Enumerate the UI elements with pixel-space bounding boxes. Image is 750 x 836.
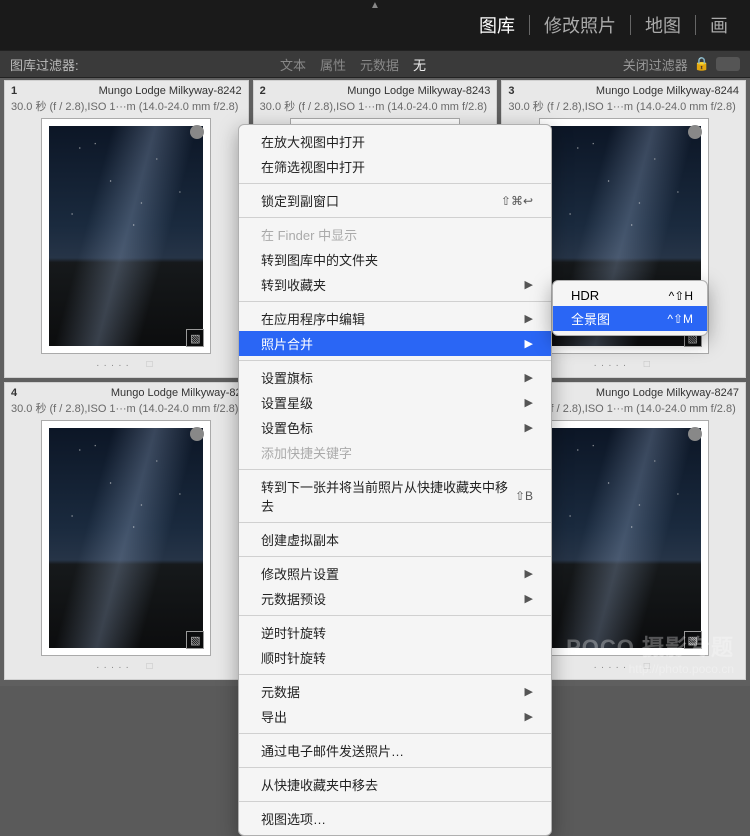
menu-rotate-cw[interactable]: 顺时针旋转 xyxy=(239,645,551,670)
menu-separator xyxy=(239,360,551,361)
tab-library[interactable]: 图库 xyxy=(465,12,529,38)
filter-metadata[interactable]: 元数据 xyxy=(360,55,399,74)
filter-attribute[interactable]: 属性 xyxy=(320,55,346,74)
submenu-arrow-icon: ▶ xyxy=(525,592,533,605)
submenu-arrow-icon: ▶ xyxy=(525,278,533,291)
develop-badge-icon[interactable]: ▧ xyxy=(186,329,204,347)
shortcut-label: ^⇧H xyxy=(669,289,693,303)
thumbnail-image[interactable] xyxy=(547,428,701,648)
submenu-arrow-icon: ▶ xyxy=(525,312,533,325)
cell-rating[interactable]: ····· □ xyxy=(11,360,242,371)
cell-metadata: 30.0 秒 (f / 2.8),ISO 1···m (14.0-24.0 mm… xyxy=(11,400,242,416)
grid-cell[interactable]: 4 Mungo Lodge Milkyway-82 30.0 秒 (f / 2.… xyxy=(4,382,249,680)
thumbnail-image[interactable] xyxy=(49,126,203,346)
menu-metadata-presets[interactable]: 元数据预设▶ xyxy=(239,586,551,611)
photo-merge-submenu: HDR ^⇧H 全景图 ^⇧M xyxy=(552,280,708,336)
cell-metadata: 30.0 秒 (f / 2.8),ISO 1···m (14.0-24.0 mm… xyxy=(260,98,491,114)
tab-develop[interactable]: 修改照片 xyxy=(530,12,630,38)
tab-book[interactable]: 画 xyxy=(696,12,742,38)
menu-open-survey[interactable]: 在筛选视图中打开 xyxy=(239,154,551,179)
thumbnail-frame: ▧ xyxy=(539,420,709,656)
cell-title: Mungo Lodge Milkyway-8243 xyxy=(347,85,490,97)
menu-goto-collection[interactable]: 转到收藏夹▶ xyxy=(239,272,551,297)
menu-develop-settings[interactable]: 修改照片设置▶ xyxy=(239,561,551,586)
menu-separator xyxy=(239,801,551,802)
menu-export[interactable]: 导出▶ xyxy=(239,704,551,729)
shortcut-label: ⇧B xyxy=(515,489,533,503)
filter-toggle[interactable] xyxy=(716,57,740,71)
submenu-arrow-icon: ▶ xyxy=(525,337,533,350)
thumbnail-frame: ▧ xyxy=(41,420,211,656)
thumbnail-frame: ▧ xyxy=(41,118,211,354)
menu-goto-next[interactable]: 转到下一张并将当前照片从快捷收藏夹中移去 ⇧B xyxy=(239,474,551,518)
submenu-arrow-icon: ▶ xyxy=(525,567,533,580)
menu-set-color[interactable]: 设置色标▶ xyxy=(239,415,551,440)
flag-dot-icon[interactable] xyxy=(688,427,702,441)
cell-rating[interactable]: ····· □ xyxy=(11,662,242,673)
menu-separator xyxy=(239,615,551,616)
develop-badge-icon[interactable]: ▧ xyxy=(684,631,702,649)
menu-create-virtual-copy[interactable]: 创建虚拟副本 xyxy=(239,527,551,552)
menu-separator xyxy=(239,767,551,768)
cell-title: Mungo Lodge Milkyway-8242 xyxy=(99,85,242,97)
cell-number: 1 xyxy=(11,85,17,97)
menu-lock-secondary[interactable]: 锁定到副窗口 ⇧⌘↩ xyxy=(239,188,551,213)
menu-show-finder: 在 Finder 中显示 xyxy=(239,222,551,247)
menu-separator xyxy=(239,301,551,302)
submenu-panorama[interactable]: 全景图 ^⇧M xyxy=(553,306,707,331)
library-filter-bar: 图库过滤器: 文本 属性 元数据 无 关闭过滤器 🔒 xyxy=(0,50,750,78)
lock-icon[interactable]: 🔒 xyxy=(694,56,710,72)
develop-badge-icon[interactable]: ▧ xyxy=(186,631,204,649)
cell-title: Mungo Lodge Milkyway-82 xyxy=(111,387,242,399)
menu-set-rating[interactable]: 设置星级▶ xyxy=(239,390,551,415)
menu-separator xyxy=(239,733,551,734)
cell-title: Mungo Lodge Milkyway-8244 xyxy=(596,85,739,97)
close-filter-label[interactable]: 关闭过滤器 xyxy=(623,55,688,74)
header-bar: ▲ 图库 修改照片 地图 画 xyxy=(0,0,750,50)
filter-none[interactable]: 无 xyxy=(413,55,426,74)
menu-open-loupe[interactable]: 在放大视图中打开 xyxy=(239,129,551,154)
menu-separator xyxy=(239,556,551,557)
cell-number: 3 xyxy=(508,85,514,97)
shortcut-label: ^⇧M xyxy=(667,312,693,326)
submenu-arrow-icon: ▶ xyxy=(525,710,533,723)
menu-separator xyxy=(239,469,551,470)
flag-dot-icon[interactable] xyxy=(688,125,702,139)
filter-label: 图库过滤器: xyxy=(10,55,79,74)
menu-view-options[interactable]: 视图选项… xyxy=(239,806,551,831)
menu-metadata[interactable]: 元数据▶ xyxy=(239,679,551,704)
menu-remove-quick-collection[interactable]: 从快捷收藏夹中移去 xyxy=(239,772,551,797)
submenu-arrow-icon: ▶ xyxy=(525,421,533,434)
menu-separator xyxy=(239,183,551,184)
menu-edit-in[interactable]: 在应用程序中编辑▶ xyxy=(239,306,551,331)
filter-modes: 文本 属性 元数据 无 xyxy=(280,55,426,74)
context-menu: 在放大视图中打开 在筛选视图中打开 锁定到副窗口 ⇧⌘↩ 在 Finder 中显… xyxy=(238,124,552,836)
cell-metadata: 30.0 秒 (f / 2.8),ISO 1···m (14.0-24.0 mm… xyxy=(11,98,242,114)
menu-add-keyword: 添加快捷关键字 xyxy=(239,440,551,465)
filter-right: 关闭过滤器 🔒 xyxy=(623,55,740,74)
submenu-arrow-icon: ▶ xyxy=(525,396,533,409)
thumbnail-image[interactable] xyxy=(49,428,203,648)
menu-rotate-ccw[interactable]: 逆时针旋转 xyxy=(239,620,551,645)
menu-separator xyxy=(239,674,551,675)
menu-set-flag[interactable]: 设置旗标▶ xyxy=(239,365,551,390)
cell-number: 2 xyxy=(260,85,266,97)
submenu-arrow-icon: ▶ xyxy=(525,685,533,698)
menu-email-photo[interactable]: 通过电子邮件发送照片… xyxy=(239,738,551,763)
shortcut-label: ⇧⌘↩ xyxy=(501,194,533,208)
cell-title: Mungo Lodge Milkyway-8247 xyxy=(596,387,739,399)
menu-separator xyxy=(239,217,551,218)
menu-separator xyxy=(239,522,551,523)
menu-goto-library-folder[interactable]: 转到图库中的文件夹 xyxy=(239,247,551,272)
grid-cell[interactable]: 1 Mungo Lodge Milkyway-8242 30.0 秒 (f / … xyxy=(4,80,249,378)
cell-number: 4 xyxy=(11,387,17,399)
filter-text[interactable]: 文本 xyxy=(280,55,306,74)
submenu-arrow-icon: ▶ xyxy=(525,371,533,384)
submenu-hdr[interactable]: HDR ^⇧H xyxy=(553,285,707,306)
cell-metadata: 30.0 秒 (f / 2.8),ISO 1···m (14.0-24.0 mm… xyxy=(508,98,739,114)
expand-arrow-icon[interactable]: ▲ xyxy=(370,0,380,11)
menu-photo-merge[interactable]: 照片合并▶ xyxy=(239,331,551,356)
module-tabs: 图库 修改照片 地图 画 xyxy=(465,12,742,38)
tab-map[interactable]: 地图 xyxy=(631,12,695,38)
